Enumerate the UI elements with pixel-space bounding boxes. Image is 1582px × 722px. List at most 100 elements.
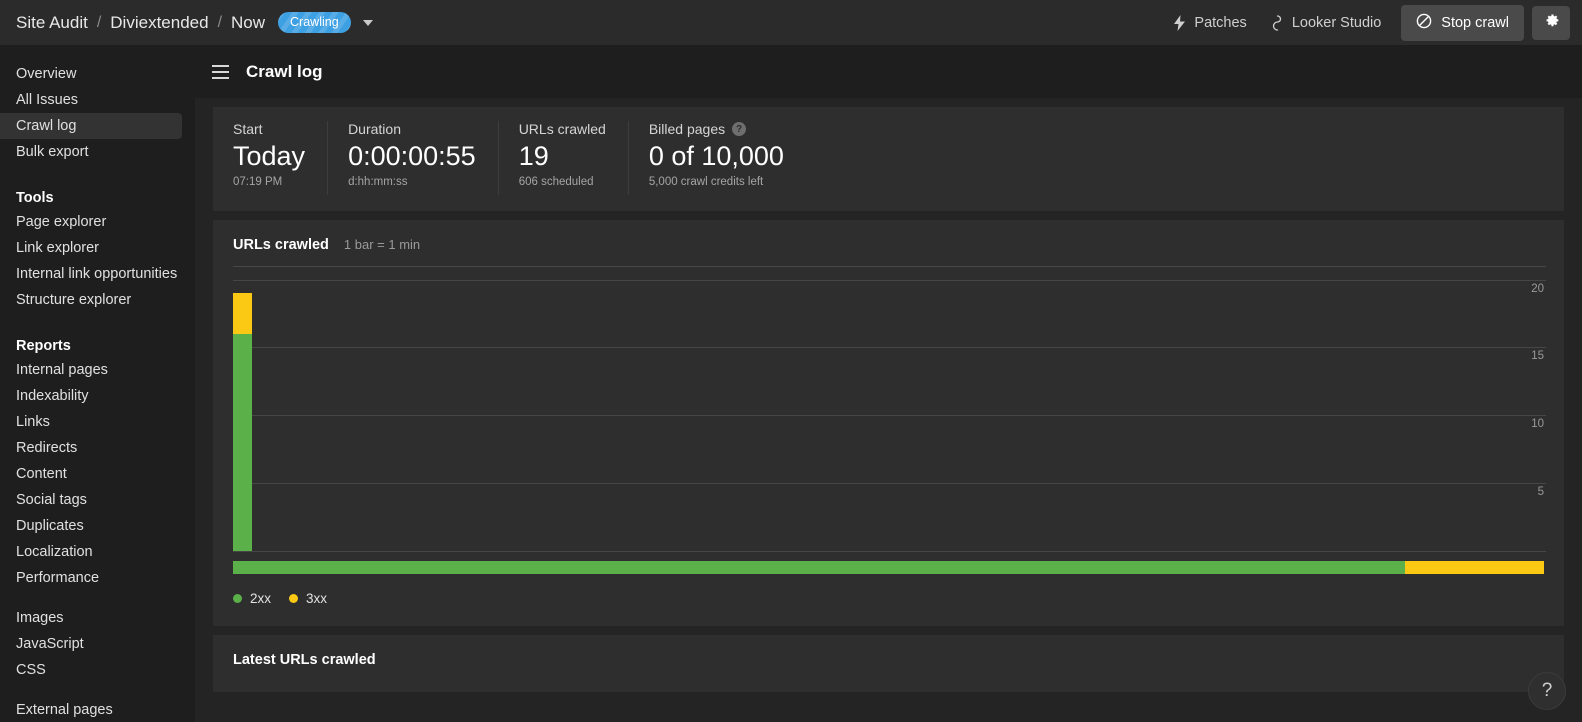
- sidebar-section-reports: Reports: [16, 338, 71, 354]
- legend-dot-icon: [233, 594, 242, 603]
- chart-y-tick: 10: [1531, 418, 1544, 431]
- chart-gridline: [233, 347, 1546, 349]
- patches-button[interactable]: Patches: [1161, 9, 1258, 37]
- looker-studio-label: Looker Studio: [1291, 14, 1382, 31]
- breadcrumb-item-site-audit[interactable]: Site Audit: [16, 13, 88, 33]
- sidebar-item-external-pages[interactable]: External pages: [0, 697, 182, 722]
- lightning-icon: [1173, 14, 1186, 31]
- stop-crawl-button[interactable]: Stop crawl: [1401, 4, 1524, 41]
- sidebar-item-social-tags[interactable]: Social tags: [0, 487, 182, 513]
- stat-label: Duration: [348, 121, 476, 137]
- sidebar-item-overview[interactable]: Overview: [0, 61, 182, 87]
- sidebar-item-internal-link-opportunities[interactable]: Internal link opportunities: [0, 261, 182, 287]
- stat-sublabel: 5,000 crawl credits left: [648, 175, 764, 188]
- sidebar-item-content[interactable]: Content: [0, 461, 182, 487]
- chart-gridline: [233, 279, 1546, 281]
- stat-label: Billed pages?: [649, 121, 784, 137]
- crawl-progress-bar: [233, 561, 1544, 574]
- stat-value: Today: [233, 141, 306, 171]
- sidebar-item-link-explorer[interactable]: Link explorer: [0, 235, 182, 261]
- chart-y-tick: 20: [1531, 282, 1544, 295]
- help-button[interactable]: ?: [1528, 672, 1566, 710]
- stat-sublabel: d:hh:mm:ss: [348, 175, 408, 188]
- chart-gridline: [233, 483, 1546, 485]
- chart-gridline: [233, 266, 1546, 267]
- chart-plot-area: 5 10 15 20: [233, 266, 1546, 552]
- sidebar-item-duplicates[interactable]: Duplicates: [0, 513, 182, 539]
- stop-icon: [1416, 13, 1432, 33]
- info-icon[interactable]: ?: [732, 122, 747, 136]
- sidebar-item-localization[interactable]: Localization: [0, 539, 182, 565]
- sidebar-item-all-issues[interactable]: All Issues: [0, 87, 182, 113]
- chart-gridline: [233, 415, 1546, 417]
- gear-icon: [1543, 12, 1560, 34]
- sidebar-section-tools: Tools: [16, 190, 54, 206]
- chart-bars: [233, 266, 252, 551]
- sidebar-item-internal-pages[interactable]: Internal pages: [0, 357, 182, 383]
- sidebar: Overview All Issues Crawl log Bulk export To…: [0, 46, 195, 722]
- stop-crawl-label: Stop crawl: [1441, 14, 1509, 31]
- stat-sublabel: 07:19 PM: [233, 175, 283, 188]
- stat-value: 0:00:00:55: [348, 141, 476, 171]
- chart-y-tick: 5: [1537, 486, 1544, 499]
- breadcrumb-item-project[interactable]: Diviextended: [110, 13, 208, 33]
- top-bar-actions: Patches Looker Studio Stop crawl: [1161, 4, 1582, 41]
- crawl-stats-card: Start Today 07:19 PM Duration 0:00:00:55 d:hh…: [213, 107, 1564, 211]
- looker-studio-icon: [1271, 14, 1284, 31]
- legend-item-3xx[interactable]: 3xx: [289, 591, 327, 606]
- stat-value: 0 of 10,000: [648, 141, 784, 171]
- legend-item-2xx[interactable]: 2xx: [233, 591, 271, 606]
- urls-crawled-chart-card: URLs crawled 1 bar = 1 min 5 10 15 20 2xx 3x…: [213, 220, 1564, 626]
- page-header: Crawl log: [195, 46, 1582, 98]
- stat-urls-crawled: URLs crawled 19 606 scheduled: [499, 121, 629, 195]
- stat-label-text: Duration: [348, 121, 401, 137]
- sidebar-item-indexability[interactable]: Indexability: [0, 383, 182, 409]
- stat-duration: Duration 0:00:00:55 d:hh:mm:ss: [328, 121, 499, 195]
- looker-studio-button[interactable]: Looker Studio: [1259, 9, 1393, 37]
- stat-billed-pages: Billed pages? 0 of 10,000 5,000 crawl cred…: [629, 121, 806, 195]
- sidebar-item-css[interactable]: CSS: [0, 657, 182, 683]
- chart-bar-segment-3xx: [233, 293, 252, 334]
- stat-start: Start Today 07:19 PM: [213, 121, 329, 195]
- chart-legend: 2xx 3xx: [233, 591, 1544, 606]
- stat-sublabel: 606 scheduled: [518, 175, 594, 188]
- sidebar-item-links[interactable]: Links: [0, 409, 182, 435]
- progress-segment-3xx: [1405, 561, 1544, 574]
- patches-label: Patches: [1194, 14, 1247, 31]
- breadcrumb: Site Audit / Diviextended / Now Crawling: [0, 12, 373, 33]
- chart-header: URLs crawled 1 bar = 1 min: [213, 220, 1564, 266]
- main-content: Crawl log Start Today 07:19 PM Duration 0:00…: [195, 46, 1582, 722]
- breadcrumb-separator: /: [217, 13, 223, 31]
- menu-toggle-icon[interactable]: [212, 65, 229, 79]
- chart-bar[interactable]: [233, 293, 252, 551]
- sidebar-item-images[interactable]: Images: [0, 605, 182, 631]
- chart-title: URLs crawled: [233, 237, 329, 253]
- sidebar-item-structure-explorer[interactable]: Structure explorer: [0, 287, 182, 313]
- sidebar-item-redirects[interactable]: Redirects: [0, 435, 182, 461]
- legend-label: 2xx: [250, 591, 272, 606]
- sidebar-item-bulk-export[interactable]: Bulk export: [0, 139, 182, 165]
- latest-urls-card: Latest URLs crawled: [213, 635, 1564, 692]
- breadcrumb-item-now[interactable]: Now: [231, 13, 265, 33]
- sidebar-item-crawl-log[interactable]: Crawl log: [0, 113, 182, 139]
- top-bar: Site Audit / Diviextended / Now Crawling…: [0, 0, 1582, 46]
- status-badge: Crawling: [278, 12, 351, 33]
- stat-value: 19: [518, 141, 549, 171]
- sidebar-item-performance[interactable]: Performance: [0, 565, 182, 591]
- chart-y-tick: 15: [1531, 350, 1544, 363]
- chart-gridline: [233, 551, 1546, 552]
- breadcrumb-separator: /: [96, 13, 102, 31]
- stat-label: Start: [233, 121, 305, 137]
- legend-label: 3xx: [306, 591, 328, 606]
- stat-label-text: Start: [233, 121, 263, 137]
- legend-dot-icon: [289, 594, 299, 603]
- chevron-down-icon[interactable]: [362, 19, 373, 26]
- stat-label-text: Billed pages: [648, 121, 726, 137]
- sidebar-item-javascript[interactable]: JavaScript: [0, 631, 182, 657]
- sidebar-item-page-explorer[interactable]: Page explorer: [0, 209, 182, 235]
- settings-button[interactable]: [1532, 5, 1570, 40]
- progress-segment-2xx: [233, 561, 1406, 574]
